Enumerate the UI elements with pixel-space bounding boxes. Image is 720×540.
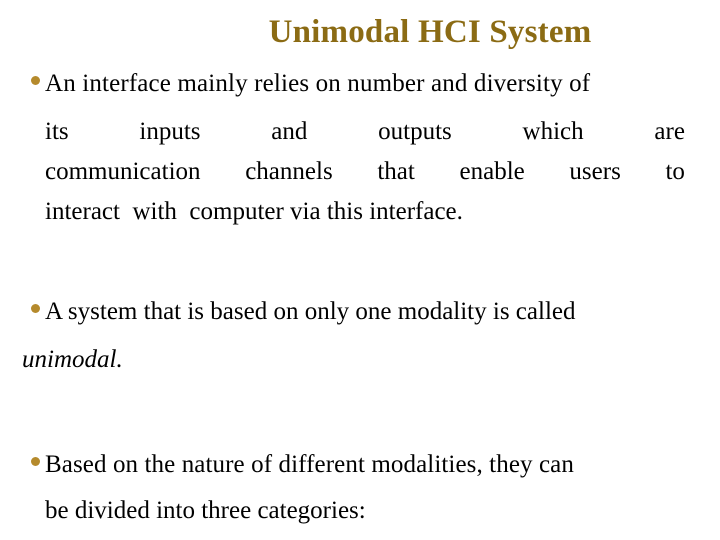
bullet-3-line-2: be divided into three categories:: [45, 497, 366, 524]
bullet-icon: [31, 76, 40, 85]
slide-title: Unimodal HCI System: [268, 14, 592, 50]
bullet-1-line-4: interact with computer via this interfac…: [45, 198, 463, 225]
word: inputs: [139, 118, 201, 145]
word: enable: [459, 158, 525, 185]
word: and: [271, 118, 308, 145]
word: to: [665, 158, 685, 185]
word: that: [377, 158, 415, 185]
bullet-3-line-1: Based on the nature of different modalit…: [45, 451, 574, 478]
bullet-1-line-2: its inputs and outputs which are: [45, 118, 685, 146]
bullet-1-line-1: An interface mainly relies on number and…: [45, 70, 591, 97]
word: are: [654, 118, 685, 145]
word: channels: [245, 158, 333, 185]
word: users: [569, 158, 621, 185]
bullet-1-line-3: communication channels that enable users…: [45, 158, 685, 186]
bullet-2-line-1: A system that is based on only one modal…: [45, 298, 576, 325]
word: outputs: [378, 118, 452, 145]
bullet-2-line-2: unimodal.: [22, 346, 123, 373]
word: its: [45, 118, 69, 145]
word: which: [522, 118, 584, 145]
bullet-icon: [31, 457, 40, 466]
bullet-icon: [31, 304, 40, 313]
word: communication: [45, 158, 201, 185]
